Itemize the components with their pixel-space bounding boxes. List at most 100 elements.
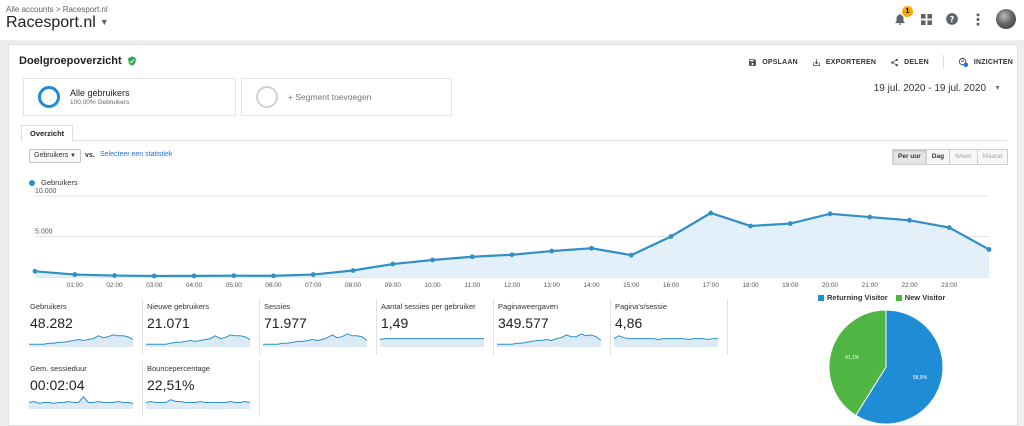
legend-swatch <box>895 294 902 301</box>
more-vert-icon[interactable] <box>970 11 986 27</box>
avatar[interactable] <box>996 9 1016 29</box>
x-tick-label: 15:00 <box>623 282 640 289</box>
sparkline-area <box>146 399 250 409</box>
data-point[interactable] <box>151 273 157 279</box>
bell-icon[interactable]: 1 <box>892 6 913 27</box>
y-tick-label: 10.000 <box>35 188 57 195</box>
data-point[interactable] <box>907 217 912 223</box>
data-point[interactable] <box>986 247 992 252</box>
x-tick-label: 11:00 <box>464 282 480 289</box>
sparkline <box>380 338 484 347</box>
x-tick-label: 04:00 <box>186 282 203 289</box>
data-point[interactable] <box>867 214 873 220</box>
metric-value: 4,86 <box>615 315 643 331</box>
pie-legend: Returning Visitor New Visitor <box>818 293 945 302</box>
area-fill <box>35 213 989 277</box>
sparkline <box>497 333 601 347</box>
sparkline <box>29 334 133 347</box>
x-tick-label: 08:00 <box>345 282 362 289</box>
sparkline-line <box>614 335 718 341</box>
data-point[interactable] <box>469 254 475 260</box>
data-point[interactable] <box>628 252 634 258</box>
metric-tiles: Gebruikers 48.282 Nieuwe gebruikers 21.071 S… <box>27 299 747 419</box>
metric-value: 1,49 <box>381 315 409 331</box>
metric-tile[interactable]: Nieuwe gebruikers 21.071 <box>144 299 260 355</box>
apps-grid-icon[interactable] <box>918 11 934 27</box>
metric-tile[interactable]: Aantal sessies per gebruiker 1,49 <box>378 299 494 355</box>
sparkline <box>146 334 250 347</box>
top-header: Alle accounts > Racesport.nl Racesport.n… <box>0 0 1024 40</box>
x-tick-label: 13:00 <box>544 282 561 289</box>
metric-value: 71.977 <box>264 315 307 331</box>
metric-tile[interactable]: Sessies 71.977 <box>261 299 377 355</box>
property-selector[interactable]: Racesport.nl ▼ <box>6 14 109 32</box>
sparkline-line <box>146 399 250 403</box>
data-point[interactable] <box>390 261 396 267</box>
sparkline-area <box>380 338 484 347</box>
metric-tile[interactable]: Pagina's/sessie 4,86 <box>612 299 728 355</box>
x-tick-label: 06:00 <box>265 282 282 289</box>
report-page: Doelgroepoverzicht OPSLAAN EXPORTEREN DE… <box>0 40 1024 426</box>
metric-tile[interactable]: Bouncepercentage 22,51% <box>144 361 260 417</box>
x-tick-label: 14:00 <box>583 282 600 289</box>
chevron-down-icon[interactable]: ▼ <box>100 17 109 27</box>
x-tick-label: 16:00 <box>663 282 680 289</box>
help-icon[interactable]: ? <box>944 11 960 27</box>
metric-name: Gebruikers <box>30 302 67 311</box>
top-icons: 1 ? <box>892 6 1016 30</box>
x-tick-label: 18:00 <box>742 282 759 289</box>
breadcrumb[interactable]: Alle accounts > Racesport.nl <box>6 5 108 14</box>
sparkline <box>29 396 133 409</box>
metric-value: 21.071 <box>147 315 190 331</box>
metric-name: Bouncepercentage <box>147 364 210 373</box>
data-point[interactable] <box>668 234 674 239</box>
data-point[interactable] <box>549 248 555 254</box>
x-tick-label: 12:00 <box>504 282 521 289</box>
pie-legend-label: Returning Visitor <box>827 293 888 302</box>
x-tick-label: 01:00 <box>67 282 84 289</box>
metric-value: 22,51% <box>147 377 195 393</box>
report-card: Doelgroepoverzicht OPSLAAN EXPORTEREN DE… <box>8 44 1018 426</box>
svg-text:?: ? <box>950 14 955 24</box>
x-tick-label: 19:00 <box>782 282 799 289</box>
data-point[interactable] <box>787 221 793 226</box>
data-point[interactable] <box>430 257 435 263</box>
data-point[interactable] <box>310 272 316 277</box>
data-point[interactable] <box>509 252 515 258</box>
data-point[interactable] <box>32 268 38 274</box>
data-point[interactable] <box>350 268 356 273</box>
metric-name: Paginaweergaven <box>498 302 559 311</box>
metric-value: 349.577 <box>498 315 549 331</box>
data-point[interactable] <box>827 211 833 217</box>
metric-tile[interactable]: Gebruikers 48.282 <box>27 299 143 355</box>
x-tick-label: 10:00 <box>424 282 441 289</box>
data-point[interactable] <box>589 245 594 251</box>
x-tick-label: 03:00 <box>146 282 163 289</box>
metric-name: Nieuwe gebruikers <box>147 302 210 311</box>
metric-value: 48.282 <box>30 315 73 331</box>
data-point[interactable] <box>112 273 117 278</box>
metric-tile[interactable]: Paginaweergaven 349.577 <box>495 299 611 355</box>
metric-tile[interactable]: Gem. sessieduur 00:02:04 <box>27 361 143 417</box>
data-point[interactable] <box>72 272 78 277</box>
pie-slice-label: 58,9% <box>913 375 928 381</box>
data-point[interactable] <box>191 273 197 279</box>
pie-legend-label: New Visitor <box>904 293 946 302</box>
sparkline <box>614 335 718 347</box>
notification-badge: 1 <box>902 6 913 17</box>
pie-legend-new: New Visitor <box>895 293 946 302</box>
x-tick-label: 05:00 <box>226 282 243 289</box>
data-point[interactable] <box>271 273 276 279</box>
data-point[interactable] <box>946 225 952 230</box>
data-point[interactable] <box>231 273 237 279</box>
x-tick-label: 23:00 <box>941 282 958 289</box>
data-point[interactable] <box>748 223 753 229</box>
x-tick-label: 20:00 <box>822 282 839 289</box>
sparkline <box>146 399 250 409</box>
x-tick-label: 07:00 <box>305 282 322 289</box>
data-point[interactable] <box>708 210 714 216</box>
sparkline-area <box>614 335 718 347</box>
property-name[interactable]: Racesport.nl <box>6 14 96 31</box>
metric-name: Sessies <box>264 302 291 311</box>
metric-value: 00:02:04 <box>30 377 85 393</box>
